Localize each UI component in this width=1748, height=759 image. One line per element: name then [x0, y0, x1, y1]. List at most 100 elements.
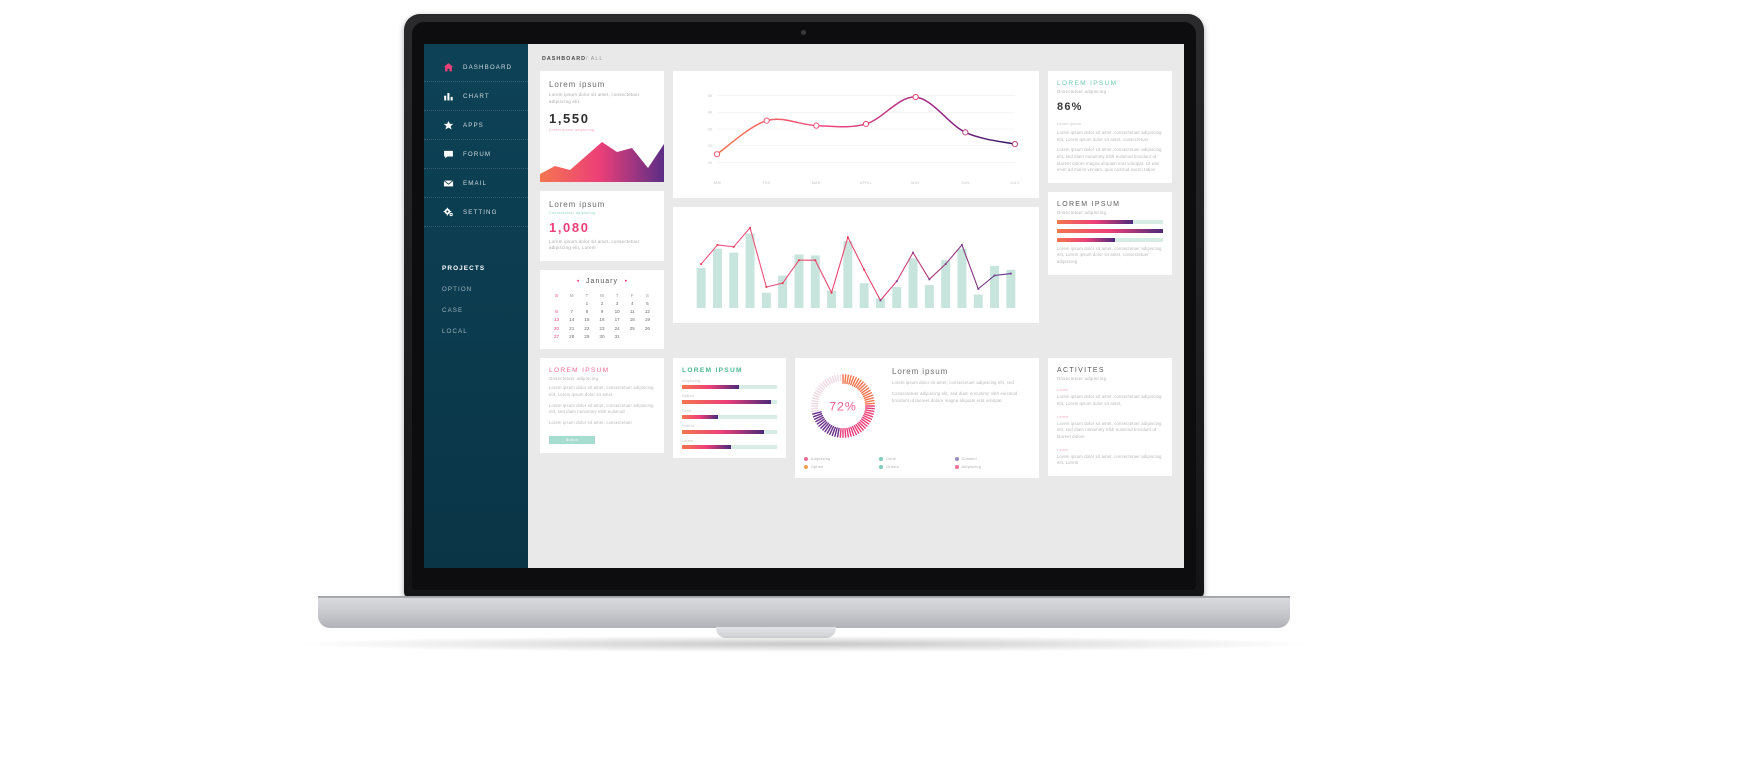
- progress-fill: [682, 400, 772, 405]
- breadcrumb-section[interactable]: ALL: [591, 56, 604, 62]
- sidebar-item-chart[interactable]: CHART: [424, 82, 528, 111]
- calendar-day[interactable]: 28: [564, 332, 579, 340]
- calendar-day[interactable]: 4: [625, 300, 640, 308]
- activity-item[interactable]: Lorem Lorem ipsum dolor sit amet, consect…: [1057, 388, 1163, 407]
- bar-chart-card: [673, 207, 1039, 323]
- progress-row: [1057, 237, 1163, 242]
- bar: [810, 255, 820, 308]
- activity-tag: Lorem: [1057, 447, 1069, 452]
- calendar-day[interactable]: 29: [579, 332, 594, 340]
- calendar-day[interactable]: 30: [594, 332, 609, 340]
- calendar-day[interactable]: 27: [549, 332, 564, 340]
- sidebar-item-apps[interactable]: APPS: [424, 111, 528, 140]
- calendar-day-empty: [625, 332, 640, 340]
- breadcrumb-current[interactable]: DASHBOARD: [542, 56, 586, 62]
- sidebar-item-forum[interactable]: FORUM: [424, 140, 528, 169]
- donut-tick: [812, 395, 820, 399]
- y-axis-tick: 50: [708, 94, 712, 98]
- calendar-weekday: T: [615, 292, 619, 298]
- sidebar: DASHBOARD CHART APPS FORUM EMAIL SETTING…: [424, 44, 528, 568]
- activity-item[interactable]: Lorem Lorem ipsum dolor sit amet, consect…: [1057, 448, 1163, 467]
- activity-item[interactable]: Lorem Lorem ipsum dolor sit amet, consect…: [1057, 415, 1163, 441]
- calendar-day[interactable]: 8: [579, 308, 594, 316]
- line-data-point: [763, 117, 770, 124]
- stat-card-1: Lorem ipsum Lorem ipsum dolor sit amet, …: [540, 71, 664, 182]
- legend-color-dot: [954, 465, 959, 470]
- calendar-day[interactable]: 17: [610, 316, 625, 324]
- home-icon: [442, 61, 455, 74]
- progress-row: Option: [682, 394, 777, 405]
- stat-card-1-subtitle: Lorem ipsum dolor sit amet, consectetuer…: [549, 92, 640, 104]
- bar: [908, 258, 918, 308]
- bar: [712, 248, 722, 308]
- line-data-point: [846, 236, 849, 239]
- calendar-day[interactable]: 10: [610, 308, 625, 316]
- calendar-day[interactable]: 26: [640, 324, 655, 332]
- laptop-base: [318, 598, 1290, 628]
- calendar-day[interactable]: 25: [625, 324, 640, 332]
- stat-card-2-value: 1,080: [549, 219, 590, 235]
- calendar-day[interactable]: 14: [564, 316, 579, 324]
- legend-item[interactable]: Adipiscing: [954, 465, 1030, 470]
- laptop-mockup: DASHBOARD CHART APPS FORUM EMAIL SETTING…: [0, 0, 1748, 759]
- calendar-day[interactable]: 20: [549, 324, 564, 332]
- legend-item[interactable]: Done: [879, 457, 954, 462]
- legend-item[interactable]: Consect: [954, 457, 1030, 462]
- calendar-day[interactable]: 15: [579, 316, 594, 324]
- donut-card-body-1: Lorem ipsum dolor sit amet, consectetuer…: [892, 380, 1014, 386]
- line-data-point: [814, 259, 817, 262]
- calendar-day[interactable]: 9: [594, 308, 609, 316]
- legend-item[interactable]: Adipiscing: [804, 457, 879, 462]
- calendar-day[interactable]: 7: [564, 308, 579, 316]
- sidebar-item-email[interactable]: EMAIL: [424, 169, 528, 198]
- legend-item[interactable]: Orders: [879, 465, 954, 470]
- legend-label: Consect: [961, 457, 977, 462]
- calendar-day[interactable]: 16: [594, 316, 609, 324]
- sidebar-item-dashboard[interactable]: DASHBOARD: [424, 53, 528, 82]
- calendar-day[interactable]: 6: [549, 308, 564, 316]
- calendar-week-row: 27 28 29 30 31: [549, 332, 655, 340]
- calendar-day[interactable]: 18: [625, 316, 640, 324]
- bar: [957, 248, 967, 308]
- calendar-day[interactable]: 22: [579, 324, 594, 332]
- donut-tick: [846, 428, 850, 438]
- bar: [729, 252, 739, 308]
- line-data-point: [912, 93, 919, 101]
- progress-label: Adipiscing: [682, 379, 701, 384]
- line-data-point: [962, 129, 969, 136]
- percent-card-body-1: Lorem ipsum dolor sit amet, consectetuer…: [1057, 130, 1162, 142]
- progress-fill: [1057, 228, 1163, 233]
- line-data-point: [961, 244, 963, 246]
- bottom-card-subtitle: Onsectetuer adipiscing: [549, 376, 599, 382]
- calendar-day[interactable]: 11: [625, 308, 640, 316]
- legend-item[interactable]: Option: [804, 465, 879, 470]
- bar: [892, 286, 902, 308]
- x-axis-tick: APRIL: [860, 181, 872, 185]
- calendar-day[interactable]: 23: [594, 324, 609, 332]
- calendar-day[interactable]: 2: [594, 300, 609, 308]
- chevron-right-icon[interactable]: ▸: [625, 279, 628, 284]
- bottom-card-button[interactable]: Button: [549, 435, 595, 444]
- projects-heading: PROJECTS: [442, 265, 486, 272]
- calendar-day[interactable]: 13: [549, 316, 564, 324]
- calendar-day[interactable]: 12: [640, 308, 655, 316]
- calendar-day[interactable]: 1: [579, 300, 594, 308]
- sidebar-item-case[interactable]: CASE: [442, 307, 528, 314]
- calendar-day[interactable]: 3: [610, 300, 625, 308]
- legend-label: Done: [886, 457, 897, 462]
- chevron-left-icon[interactable]: ◂: [577, 279, 580, 284]
- laptop-screen: DASHBOARD CHART APPS FORUM EMAIL SETTING…: [424, 44, 1184, 568]
- calendar-day[interactable]: 5: [640, 300, 655, 308]
- calendar-day[interactable]: 21: [564, 324, 579, 332]
- calendar-day[interactable]: 24: [610, 324, 625, 332]
- sidebar-item-setting[interactable]: SETTING: [424, 198, 528, 227]
- main-line-chart: 10 20 30 40 50 JAN FEV MAR APRIL MAY JUN JULY: [708, 93, 1020, 185]
- sidebar-item-local[interactable]: LOCAL: [442, 328, 528, 335]
- progress-fill: [682, 415, 719, 420]
- sidebar-item-option[interactable]: OPTION: [442, 286, 528, 293]
- donut-card-title: Lorem ipsum: [892, 367, 949, 377]
- calendar-day[interactable]: 19: [640, 316, 655, 324]
- progress-row: [1057, 219, 1163, 224]
- calendar-day[interactable]: 31: [610, 332, 625, 340]
- line-data-point: [813, 122, 820, 129]
